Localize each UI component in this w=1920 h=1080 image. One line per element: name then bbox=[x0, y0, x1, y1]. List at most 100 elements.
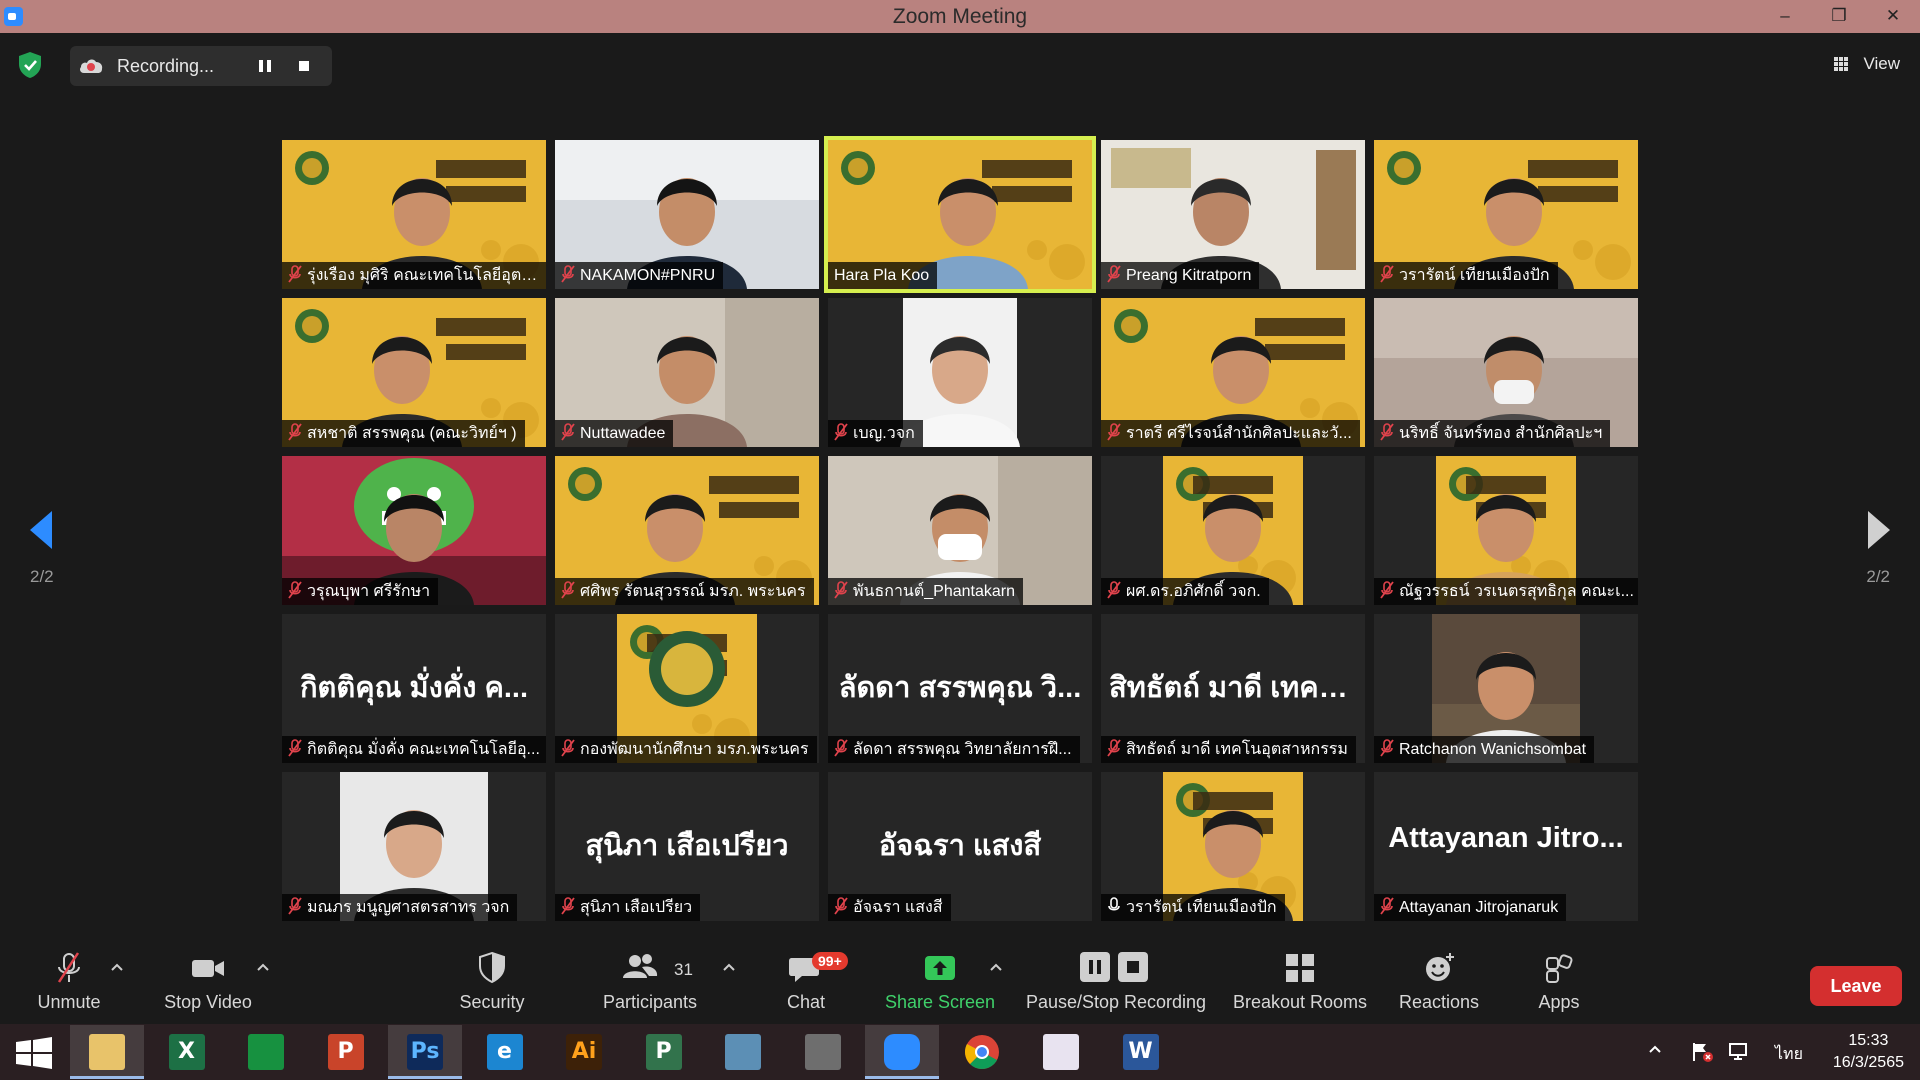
participant-tile[interactable]: สิทธัตถ์ มาดี เทคโ... สิทธัตถ์ มาดี เทคโ… bbox=[1101, 614, 1365, 763]
stop-recording-icon[interactable] bbox=[294, 56, 314, 76]
participant-tile[interactable]: สุนิภา เสือเปรียว สุนิภา เสือเปรียว bbox=[555, 772, 819, 921]
system-clock[interactable]: 15:33 16/3/2565 bbox=[1833, 1030, 1904, 1074]
clock-time: 15:33 bbox=[1848, 1032, 1889, 1049]
video-options-chevron-icon[interactable] bbox=[256, 962, 270, 972]
pause-recording-icon[interactable] bbox=[255, 56, 275, 76]
participant-tile[interactable]: สหชาติ สรรพคุณ (คณะวิทย์ฯ ) bbox=[282, 298, 546, 447]
participant-tile[interactable]: วรารัตน์ เทียนเมืองปัก bbox=[1374, 140, 1638, 289]
participant-tile[interactable]: มณภร มนูญศาสตรสาทร วจก bbox=[282, 772, 546, 921]
tray-overflow-chevron-icon[interactable] bbox=[1648, 1044, 1662, 1054]
excel-icon[interactable]: X bbox=[150, 1025, 224, 1079]
participant-name-label: ณัฐวรรธน์ วรเนตรสุทธิกุล คณะเ... bbox=[1374, 578, 1638, 605]
security-label: Security bbox=[459, 992, 525, 1012]
participant-name-label: ลัดดา สรรพคุณ วิทยาลัยการฝึ... bbox=[828, 736, 1080, 763]
share-screen-button[interactable]: Share Screen bbox=[884, 950, 996, 1020]
participant-name-label: เบญ.วจก bbox=[828, 420, 923, 447]
muted-mic-icon bbox=[834, 897, 848, 915]
participant-tile[interactable]: ณัฐวรรธน์ วรเนตรสุทธิกุล คณะเ... bbox=[1374, 456, 1638, 605]
meeting-header: Recording... View bbox=[0, 33, 1920, 98]
unmute-button[interactable]: Unmute bbox=[26, 950, 112, 1020]
restore-button[interactable]: ❐ bbox=[1816, 0, 1862, 33]
breakout-rooms-button[interactable]: Breakout Rooms bbox=[1230, 950, 1370, 1020]
participant-tile[interactable]: NAKAMON#PNRU bbox=[555, 140, 819, 289]
participant-name: ลัดดา สรรพคุณ วิทยาลัยการฝึ... bbox=[853, 741, 1072, 758]
participant-tile[interactable]: วรุณบุพา ศรีรักษา bbox=[282, 456, 546, 605]
breakout-rooms-icon bbox=[1286, 954, 1314, 982]
participant-tile[interactable]: Preang Kitratporn bbox=[1101, 140, 1365, 289]
close-button[interactable]: ✕ bbox=[1870, 0, 1916, 33]
video-gallery: รุ่งเรือง มุศิริ คณะเทคโนโลยีอุตส... NAK… bbox=[282, 136, 1638, 921]
photoshop-icon[interactable]: Ps bbox=[388, 1025, 462, 1079]
apps-label: Apps bbox=[1538, 992, 1580, 1012]
participant-tile[interactable]: รุ่งเรือง มุศิริ คณะเทคโนโลยีอุตส... bbox=[282, 140, 546, 289]
previous-page-icon[interactable] bbox=[28, 510, 54, 550]
network-icon[interactable] bbox=[1728, 1041, 1752, 1063]
participants-icon bbox=[623, 954, 658, 978]
start-icon[interactable] bbox=[0, 1025, 74, 1079]
participant-tile[interactable]: Ratchanon Wanichsombat bbox=[1374, 614, 1638, 763]
participant-tile[interactable]: นริทธิ์ จันทร์ทอง สำนักศิลปะฯ bbox=[1374, 298, 1638, 447]
stop-video-button[interactable]: Stop Video bbox=[160, 950, 256, 1020]
participant-tile[interactable]: Attayanan Jitro... Attayanan Jitrojanaru… bbox=[1374, 772, 1638, 921]
reactions-button[interactable]: Reactions bbox=[1394, 950, 1484, 1020]
participant-name: รุ่งเรือง มุศิริ คณะเทคโนโลยีอุตส... bbox=[307, 267, 545, 284]
security-button[interactable]: Security bbox=[452, 950, 532, 1020]
participant-tile[interactable]: ผศ.ดร.อภิศักดิ์ วจก. bbox=[1101, 456, 1365, 605]
leave-button[interactable]: Leave bbox=[1810, 966, 1902, 1006]
illustrator-icon[interactable]: Ai bbox=[547, 1025, 621, 1079]
encryption-shield-icon[interactable] bbox=[17, 51, 43, 79]
paint-icon[interactable] bbox=[1024, 1025, 1098, 1079]
participant-name-label: นริทธิ์ จันทร์ทอง สำนักศิลปะฯ bbox=[1374, 420, 1611, 447]
participant-name-label: สิทธัตถ์ มาดี เทคโนอุตสาหกรรม bbox=[1101, 736, 1356, 763]
share-options-chevron-icon[interactable] bbox=[989, 962, 1003, 972]
participant-tile[interactable]: พันธกานต์_Phantakarn bbox=[828, 456, 1092, 605]
zoom-app-icon[interactable] bbox=[865, 1025, 939, 1079]
participant-tile[interactable]: วรารัตน์ เทียนเมืองปัก bbox=[1101, 772, 1365, 921]
word-icon[interactable]: W bbox=[1104, 1025, 1178, 1079]
muted-mic-icon bbox=[288, 739, 302, 757]
file-explorer-icon[interactable] bbox=[70, 1025, 144, 1079]
project-icon[interactable]: P bbox=[627, 1025, 701, 1079]
clock-date: 16/3/2565 bbox=[1832, 1054, 1904, 1071]
publisher-store-icon[interactable] bbox=[229, 1025, 303, 1079]
next-page-icon[interactable] bbox=[1866, 510, 1892, 550]
participant-tile[interactable]: Hara Pla Koo bbox=[824, 136, 1096, 293]
security-shield-icon bbox=[479, 951, 505, 984]
participant-tile[interactable]: ราตรี ศรีไรจน์สำนักศิลปะและวั... bbox=[1101, 298, 1365, 447]
participant-display-name: กิตติคุณ มั่งคั่ง ค... bbox=[299, 672, 529, 704]
input-language-indicator[interactable]: ไทย bbox=[1775, 1042, 1803, 1067]
participant-display-name: Attayanan Jitro... bbox=[1388, 822, 1624, 854]
apps-button[interactable]: Apps bbox=[1524, 950, 1594, 1020]
pause-stop-recording-button[interactable]: Pause/Stop Recording bbox=[1024, 950, 1208, 1020]
participant-tile[interactable]: ลัดดา สรรพคุณ วิ... ลัดดา สรรพคุณ วิทยาล… bbox=[828, 614, 1092, 763]
notes-icon[interactable] bbox=[706, 1025, 780, 1079]
audio-options-chevron-icon[interactable] bbox=[110, 962, 124, 972]
participants-label: Participants bbox=[602, 992, 698, 1012]
reactions-smiley-icon bbox=[1426, 953, 1454, 981]
view-button[interactable]: View bbox=[1830, 46, 1900, 82]
chat-label: Chat bbox=[786, 992, 826, 1012]
excel-glyph: X bbox=[168, 1034, 205, 1070]
participant-tile[interactable]: Nuttawadee bbox=[555, 298, 819, 447]
participant-name: Preang Kitratporn bbox=[1126, 267, 1252, 284]
participant-name: Ratchanon Wanichsombat bbox=[1399, 741, 1587, 758]
photoscape-icon[interactable] bbox=[786, 1025, 860, 1079]
participant-tile[interactable]: กองพัฒนานักศึกษา มรภ.พระนคร bbox=[555, 614, 819, 763]
photoscape-glyph bbox=[804, 1034, 841, 1070]
recording-indicator: Recording... bbox=[70, 46, 332, 86]
participant-tile[interactable]: กิตติคุณ มั่งคั่ง ค... กิตติคุณ มั่งคั่ง… bbox=[282, 614, 546, 763]
participant-name-label: อัจฉรา แสงสี bbox=[828, 894, 951, 921]
action-center-flag-icon[interactable] bbox=[1690, 1041, 1714, 1063]
powerpoint-icon[interactable]: P bbox=[309, 1025, 383, 1079]
participant-tile[interactable]: ศศิพร รัตนสุวรรณ์ มรภ. พระนคร bbox=[555, 456, 819, 605]
participant-tile[interactable]: เบญ.วจก bbox=[828, 298, 1092, 447]
chrome-icon[interactable] bbox=[945, 1025, 1019, 1079]
internet-explorer-icon[interactable]: e bbox=[468, 1025, 542, 1079]
participant-tile[interactable]: อัจฉรา แสงสี อัจฉรา แสงสี bbox=[828, 772, 1092, 921]
view-label: View bbox=[1863, 54, 1900, 73]
participants-options-chevron-icon[interactable] bbox=[722, 962, 736, 972]
mic-icon bbox=[1108, 897, 1120, 911]
participant-name: วรารัตน์ เทียนเมืองปัก bbox=[1126, 899, 1277, 916]
minimize-button[interactable]: – bbox=[1762, 0, 1808, 33]
participant-name: สุนิภา เสือเปรียว bbox=[580, 899, 693, 916]
